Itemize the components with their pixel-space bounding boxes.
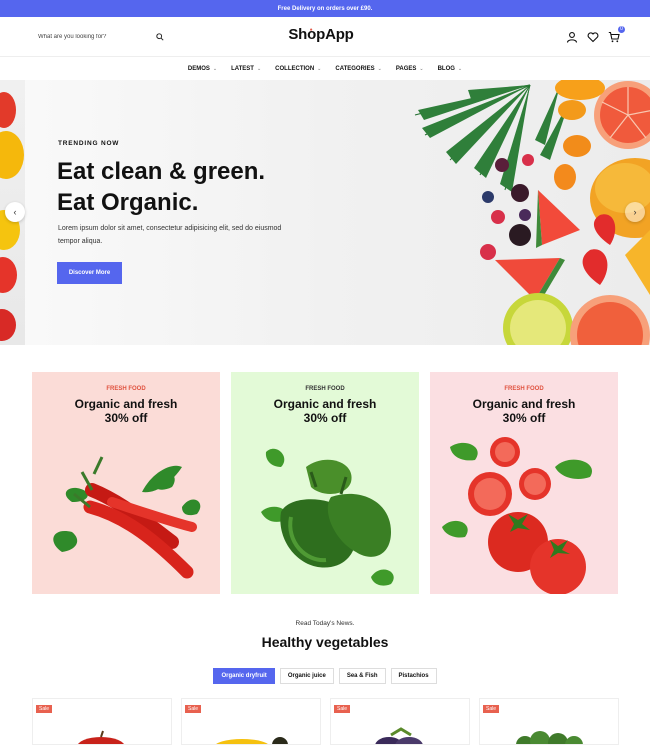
hero-slider: TRENDING NOW Eat clean & green. Eat Orga…	[0, 80, 650, 345]
tab-organic-juice[interactable]: Organic juice	[279, 668, 334, 684]
product-grid: Sale Sale Sale Sale	[0, 698, 650, 745]
chevron-down-icon: ⌄	[256, 66, 262, 72]
nav-item-categories[interactable]: CATEGORIES ⌄	[335, 66, 381, 72]
product-card[interactable]: Sale	[181, 698, 321, 745]
nav-item-pages[interactable]: PAGES ⌄	[396, 66, 424, 72]
nav-item-latest[interactable]: LATEST ⌄	[231, 66, 261, 72]
card-title: Organic and fresh 30% off	[74, 397, 178, 425]
nav-item-collection[interactable]: COLLECTION ⌄	[275, 66, 321, 72]
nav-item-demos[interactable]: DEMOS ⌄	[188, 66, 217, 72]
main-nav: DEMOS ⌄ LATEST ⌄ COLLECTION ⌄ CATEGORIES ⌄ P…	[0, 58, 650, 80]
section-title: Healthy vegetables	[261, 634, 389, 650]
chevron-down-icon: ⌄	[317, 66, 322, 72]
chevron-left-icon: ‹	[13, 207, 17, 217]
site-logo[interactable]: Sho ● pApp	[271, 26, 371, 43]
user-icon[interactable]	[566, 30, 578, 43]
logo-o: o ●	[307, 26, 317, 43]
nav-item-blog[interactable]: BLOG ⌄	[438, 66, 463, 72]
product-card[interactable]: Sale	[330, 698, 470, 745]
chevron-down-icon: ⌄	[212, 66, 218, 72]
cart-icon[interactable]: 0	[608, 26, 625, 43]
search-input[interactable]	[38, 34, 148, 40]
tab-organic-dryfruit[interactable]: Organic dryfruit	[213, 668, 275, 684]
promo-cards: FRESH FOOD Organic and fresh 30% off FRE…	[0, 372, 650, 594]
site-header: Sho●pApp 0	[0, 17, 650, 57]
fruit-arrangement-image	[414, 80, 650, 345]
card-title: Organic and fresh 30% off	[472, 397, 576, 425]
section-pretitle: Read Today's News.	[295, 620, 355, 627]
red-chili-peppers-image	[53, 456, 201, 579]
search-bar[interactable]	[30, 26, 170, 48]
card-title: Organic and fresh 30% off	[273, 397, 377, 425]
header-actions: 0	[566, 26, 625, 43]
promo-card-chili[interactable]: FRESH FOOD Organic and fresh 30% off	[32, 372, 220, 594]
hero-description: Lorem ipsum dolor sit amet, consectetur …	[58, 225, 282, 245]
slider-next-button[interactable]: ›	[625, 202, 645, 222]
chevron-down-icon: ⌄	[377, 66, 382, 72]
broccoli-image	[516, 731, 583, 744]
green-bell-peppers-image	[261, 448, 394, 586]
slider-prev-button[interactable]: ‹	[5, 202, 25, 222]
chevron-down-icon: ⌄	[457, 66, 463, 72]
search-icon[interactable]	[156, 28, 164, 46]
hero-title: Eat clean & green. Eat Organic.	[57, 158, 266, 216]
tab-sea-fish[interactable]: Sea & Fish	[338, 668, 386, 684]
product-card[interactable]: Sale	[479, 698, 619, 745]
card-tag: FRESH FOOD	[504, 386, 544, 392]
eggplant-image	[375, 727, 423, 744]
card-tag: FRESH FOOD	[106, 386, 146, 392]
promo-card-tomato[interactable]: FRESH FOOD Organic and fresh 30% off	[430, 372, 618, 594]
product-card[interactable]: Sale	[32, 698, 172, 745]
category-tabs: Organic dryfruit Organic juice Sea & Fis…	[0, 668, 650, 684]
heart-icon[interactable]	[587, 30, 599, 43]
discover-more-button[interactable]: Discover More	[57, 262, 122, 284]
chevron-right-icon: ›	[633, 207, 637, 217]
yellow-pepper-image	[216, 737, 288, 744]
red-apple-image	[78, 730, 124, 744]
cart-count-badge: 0	[618, 26, 625, 33]
promo-card-pepper[interactable]: FRESH FOOD Organic and fresh 30% off	[231, 372, 419, 594]
announcement-text: Free Delivery on orders over £90.	[277, 5, 373, 12]
tab-pistachios[interactable]: Pistachios	[390, 668, 437, 684]
hero-subtitle: TRENDING NOW	[58, 140, 120, 147]
chevron-down-icon: ⌄	[419, 66, 424, 72]
announcement-bar: Free Delivery on orders over £90.	[0, 0, 650, 17]
card-tag: FRESH FOOD	[305, 386, 345, 392]
tomatoes-image	[442, 437, 592, 594]
